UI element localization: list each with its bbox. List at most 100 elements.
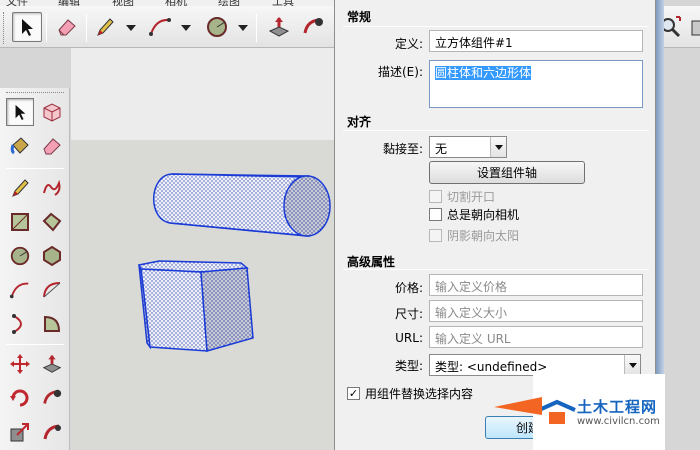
previous-view-button[interactable] — [683, 12, 700, 42]
url-label: URL: — [395, 331, 423, 345]
selected-cylinder[interactable] — [153, 173, 331, 237]
paint-bucket-button[interactable] — [6, 132, 34, 160]
price-label: 价格: — [394, 281, 423, 295]
eraser-icon — [58, 19, 76, 36]
cut-opening-checkbox[interactable]: 切割开口 — [429, 188, 495, 205]
paint-bucket-icon — [10, 137, 29, 155]
pie-icon — [44, 315, 61, 332]
model-geometry — [137, 173, 331, 352]
two-point-arc-tool-button[interactable] — [38, 276, 66, 304]
three-point-arc-tool-button[interactable] — [6, 310, 34, 338]
circle-icon — [10, 246, 30, 266]
replace-selection-label: 用组件替换选择内容 — [365, 387, 474, 401]
replace-selection-checkbox[interactable]: ✓ 用组件替换选择内容 — [347, 385, 473, 402]
polygon-icon — [43, 245, 61, 267]
circle-dropdown-chevron-icon[interactable] — [238, 25, 248, 31]
make-component-button[interactable] — [38, 98, 66, 126]
selected-hexagonal-prism[interactable] — [137, 260, 254, 352]
shadows-face-sun-label: 阴影朝向太阳 — [447, 229, 520, 243]
follow-me-icon — [303, 18, 323, 34]
eraser-tool-button[interactable] — [52, 12, 82, 42]
offset-icon — [43, 424, 61, 440]
cut-opening-label: 切割开口 — [447, 190, 496, 204]
watermark: 土木工程网 www.civilcn.com — [533, 374, 665, 450]
checkbox-box — [429, 190, 442, 203]
advanced-section-title: 高级属性 — [347, 255, 396, 269]
description-field[interactable]: 圆柱体和六边形体 — [429, 60, 643, 108]
url-input[interactable]: 输入定义 URL — [429, 326, 643, 348]
circle-tool-button-left[interactable] — [6, 242, 34, 270]
scale-tool-button[interactable] — [6, 418, 34, 446]
rectangle-icon — [11, 213, 29, 231]
move-tool-button[interactable] — [6, 350, 34, 378]
pencil-tool-button[interactable] — [90, 12, 120, 42]
freehand-tool-button[interactable] — [38, 174, 66, 202]
type-select[interactable]: 类型: <undefined> — [429, 354, 641, 376]
type-value: 类型: <undefined> — [435, 360, 548, 374]
pencil-icon — [97, 18, 114, 36]
select-arrow-icon — [22, 19, 33, 36]
checkbox-box — [429, 208, 442, 221]
large-tool-set — [0, 88, 70, 450]
eraser-button[interactable] — [38, 132, 66, 160]
offset-tool-button[interactable] — [38, 418, 66, 446]
watermark-url: www.civilcn.com — [577, 416, 660, 427]
rotate-tool-button[interactable] — [6, 384, 34, 412]
type-label: 类型: — [394, 359, 423, 373]
watermark-title: 土木工程网 — [577, 398, 658, 416]
pencil-dropdown-chevron-icon[interactable] — [126, 25, 136, 31]
chevron-down-icon — [490, 137, 506, 157]
glue-to-select[interactable]: 无 — [429, 136, 507, 158]
push-pull-icon — [42, 354, 62, 373]
description-selected-text: 圆柱体和六边形体 — [435, 66, 532, 80]
definition-label: 定义: — [394, 37, 423, 51]
toolbar-grip[interactable] — [3, 12, 7, 44]
arc-dropdown-chevron-icon[interactable] — [181, 25, 191, 31]
follow-me-tool-button-left[interactable] — [38, 384, 66, 412]
model-viewport[interactable] — [71, 48, 341, 450]
glue-to-label: 黏接至: — [382, 142, 423, 156]
always-face-camera-label: 总是朝向相机 — [447, 208, 520, 222]
circle-icon — [207, 17, 227, 37]
push-pull-tool-button-left[interactable] — [38, 350, 66, 378]
select-arrow-icon — [15, 104, 26, 120]
watermark-arrow-icon — [494, 397, 542, 415]
price-input[interactable]: 输入定义价格 — [429, 274, 643, 296]
general-section-title: 常规 — [347, 10, 372, 24]
select-tool-button[interactable] — [12, 12, 42, 42]
checkbox-checked-box: ✓ — [347, 387, 360, 400]
circle-tool-button[interactable] — [202, 12, 232, 42]
freehand-icon — [43, 179, 61, 196]
arc-tool-button-left[interactable] — [6, 276, 34, 304]
pie-tool-button[interactable] — [38, 310, 66, 338]
follow-me-icon — [43, 389, 62, 404]
follow-me-tool-button[interactable] — [298, 12, 328, 42]
chevron-down-icon — [624, 355, 640, 375]
eraser-icon — [43, 138, 61, 155]
shadows-face-sun-checkbox[interactable]: 阴影朝向太阳 — [429, 227, 519, 244]
three-point-arc-icon — [12, 314, 22, 334]
polygon-tool-button[interactable] — [38, 242, 66, 270]
pencil-icon — [12, 179, 29, 197]
line-tool-button[interactable] — [6, 174, 34, 202]
component-box-icon — [43, 103, 61, 122]
move-arrows-icon — [10, 354, 30, 374]
always-face-camera-checkbox[interactable]: 总是朝向相机 — [429, 206, 519, 223]
rotated-rectangle-tool-button[interactable] — [38, 208, 66, 236]
definition-field[interactable]: 立方体组件#1 — [429, 30, 643, 52]
rectangle-tool-button[interactable] — [6, 208, 34, 236]
two-point-arc-icon — [43, 282, 61, 298]
arc-tool-button[interactable] — [145, 12, 175, 42]
size-label: 尺寸: — [394, 307, 423, 321]
set-component-axes-button[interactable]: 设置组件轴 — [429, 161, 585, 184]
scale-icon — [10, 423, 29, 442]
select-tool-button-left[interactable] — [6, 98, 34, 126]
size-input[interactable]: 输入定义大小 — [429, 300, 643, 322]
previous-view-icon — [691, 20, 700, 36]
push-pull-tool-button[interactable] — [264, 12, 294, 42]
arc-icon — [149, 18, 171, 36]
description-label: 描述(E): — [378, 65, 423, 79]
rotate-icon — [10, 389, 29, 407]
alignment-section-title: 对齐 — [347, 115, 372, 129]
push-pull-icon — [268, 17, 290, 37]
